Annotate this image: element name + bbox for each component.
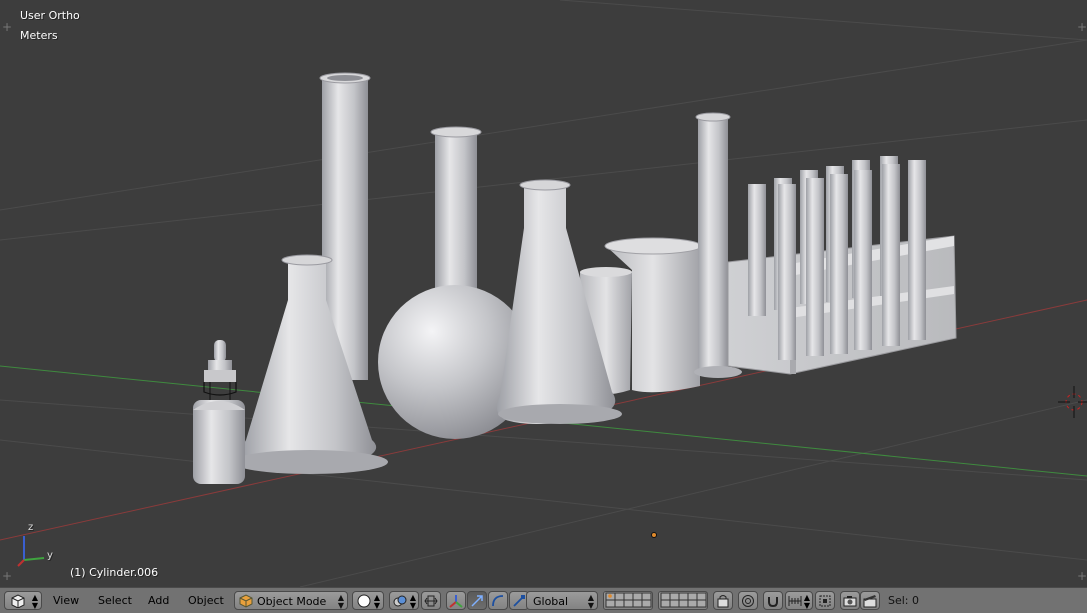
test-tube-rack[interactable] bbox=[727, 156, 957, 375]
pivot-point-icon bbox=[393, 595, 407, 607]
manipulator-axes-icon bbox=[449, 595, 463, 608]
corner-widget-top-right-icon[interactable]: + bbox=[1077, 20, 1087, 34]
clapperboard-icon bbox=[863, 595, 877, 608]
proportional-edit-button[interactable] bbox=[738, 591, 758, 610]
layer-grid-icon bbox=[605, 592, 652, 608]
object-cube-icon bbox=[239, 594, 253, 608]
translate-manipulator-button[interactable] bbox=[467, 591, 487, 610]
object-origin-dot bbox=[651, 532, 657, 538]
3d-viewport[interactable]: + + + + User Ortho Meters (1) Cylinder.0… bbox=[0, 0, 1087, 587]
rotate-manipulator-button[interactable] bbox=[488, 591, 508, 610]
snap-target-button[interactable] bbox=[815, 591, 835, 610]
dropper-bottle[interactable] bbox=[193, 340, 245, 484]
snap-target-icon bbox=[819, 595, 831, 607]
axis-gizmo bbox=[17, 536, 45, 567]
3d-view-icon bbox=[11, 594, 25, 608]
orientation-value: Global bbox=[533, 595, 569, 608]
align-arrows-icon bbox=[424, 595, 438, 607]
active-object-label: (1) Cylinder.006 bbox=[70, 566, 159, 579]
snap-element-dropdown[interactable]: ▲ ▼ bbox=[785, 591, 813, 610]
transform-orientation-dropdown[interactable]: Global ▲ ▼ bbox=[526, 591, 598, 610]
corner-widget-bottom-left-icon[interactable]: + bbox=[2, 569, 12, 583]
mode-value: Object Mode bbox=[257, 595, 327, 608]
units-label: Meters bbox=[20, 29, 58, 42]
snap-increment-icon bbox=[788, 596, 802, 606]
mode-dropdown[interactable]: Object Mode ▲ ▼ bbox=[234, 591, 348, 610]
snap-toggle[interactable] bbox=[763, 591, 783, 610]
3d-cursor-icon[interactable] bbox=[1058, 386, 1087, 418]
view-name-label: User Ortho bbox=[20, 9, 80, 22]
rotate-arc-icon bbox=[492, 595, 504, 607]
gizmo-z-label: z bbox=[28, 522, 34, 533]
corner-widget-top-left-icon[interactable]: + bbox=[2, 20, 12, 34]
scene-canvas[interactable]: + + + + bbox=[0, 0, 1087, 587]
magnet-icon bbox=[768, 597, 778, 608]
manipulator-toggle[interactable] bbox=[446, 591, 466, 610]
corner-widget-bottom-right-icon[interactable]: + bbox=[1077, 569, 1087, 583]
render-animation-button[interactable] bbox=[860, 591, 880, 610]
scale-icon bbox=[513, 595, 525, 607]
render-still-button[interactable] bbox=[840, 591, 860, 610]
select-menu[interactable]: Select bbox=[96, 591, 134, 610]
proportional-edit-icon bbox=[742, 595, 754, 607]
solid-sphere-icon bbox=[357, 594, 371, 608]
camera-icon bbox=[843, 596, 857, 607]
editor-type-button[interactable]: ▲ ▼ bbox=[4, 591, 42, 610]
viewport-shading-dropdown[interactable]: ▲ ▼ bbox=[352, 591, 384, 610]
layer-lock-icon bbox=[717, 595, 729, 608]
pivot-align-toggle[interactable] bbox=[421, 591, 441, 610]
add-menu[interactable]: Add bbox=[146, 591, 171, 610]
lock-scene-layers-button[interactable] bbox=[713, 591, 733, 610]
object-menu[interactable]: Object bbox=[186, 591, 226, 610]
layer-block-2[interactable] bbox=[658, 591, 708, 610]
translate-arrow-icon bbox=[471, 595, 483, 607]
selection-count-label: Sel: 0 bbox=[888, 594, 920, 607]
3d-view-header: ▲ ▼ View Select Add Object Object Mode ▲ ▼… bbox=[0, 587, 1087, 613]
layer-block-1[interactable] bbox=[603, 591, 653, 610]
layer-grid-2-icon bbox=[660, 592, 707, 608]
gizmo-y-label: y bbox=[47, 550, 53, 561]
pivot-point-dropdown[interactable]: ▲ ▼ bbox=[389, 591, 419, 610]
view-menu[interactable]: View bbox=[51, 591, 81, 610]
